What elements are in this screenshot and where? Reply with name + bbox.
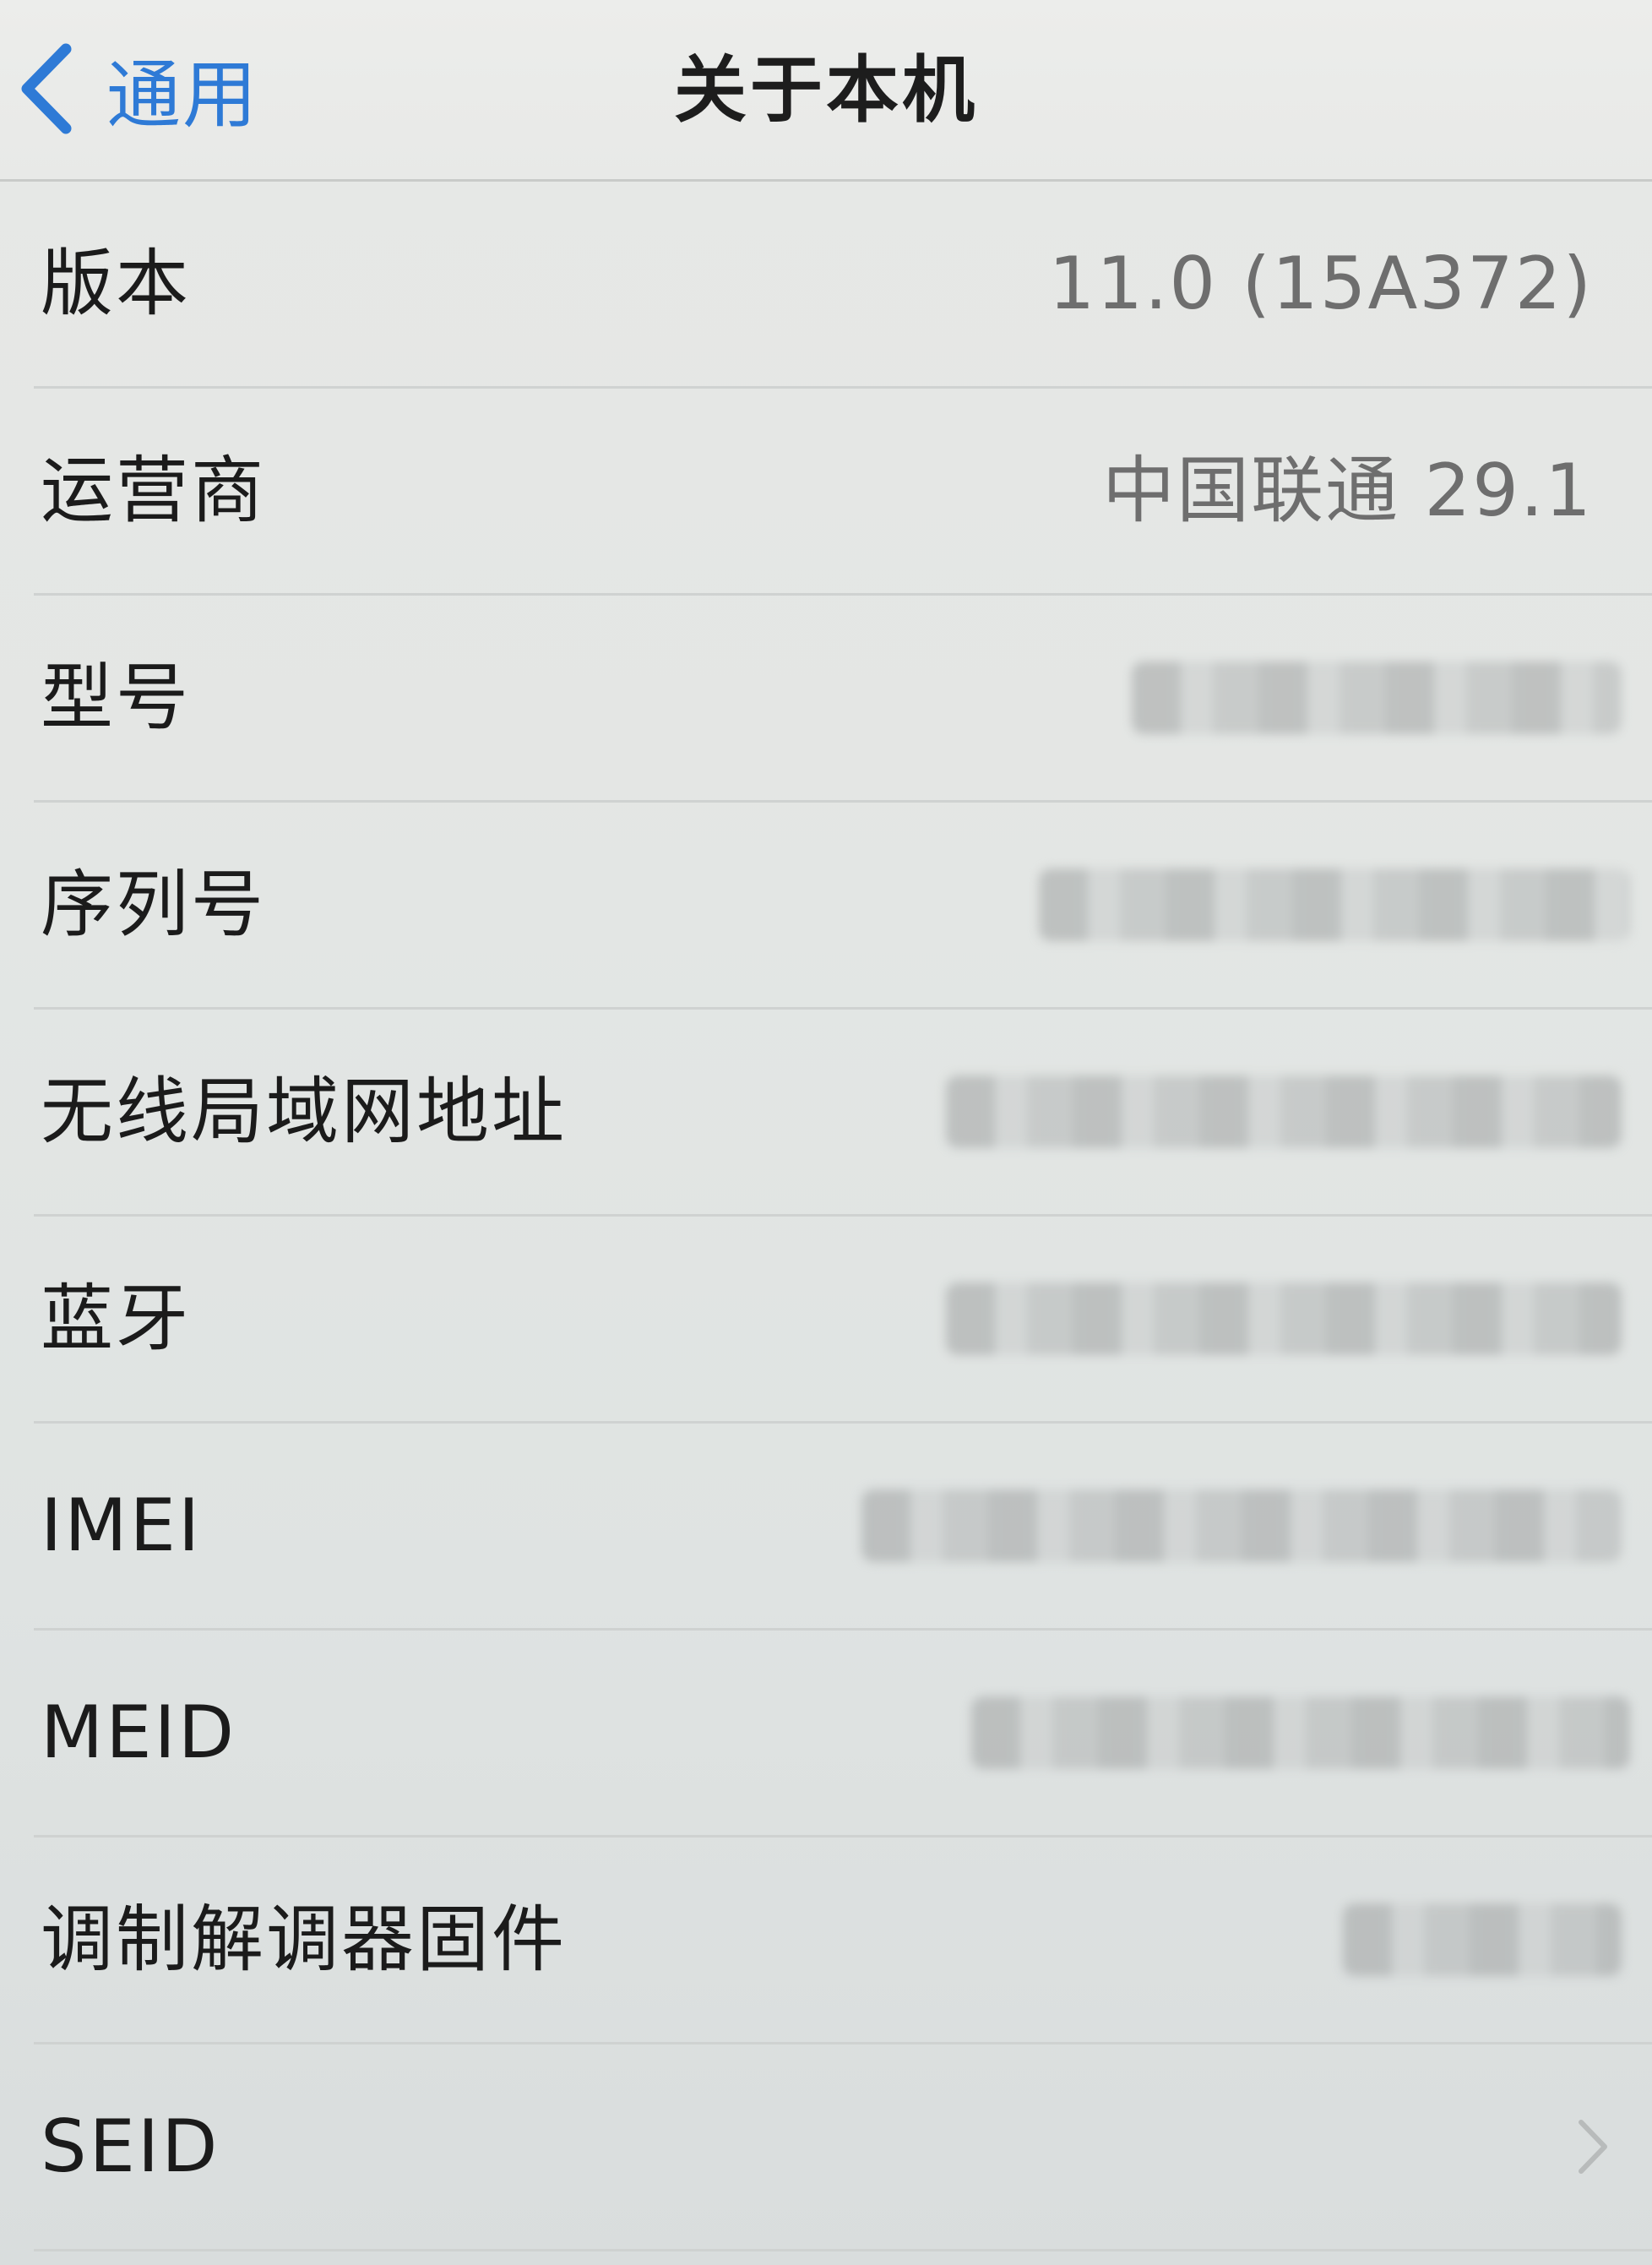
row-serial: 序列号 — [34, 803, 1652, 1010]
redacted-bluetooth-value — [946, 1282, 1622, 1355]
redacted-meid-value — [971, 1696, 1630, 1769]
row-imei: IMEI — [34, 1424, 1652, 1631]
about-info-list: 版本 11.0 (15A372) 运营商 中国联通 29.1 型号 序列号 无线… — [0, 182, 1652, 2251]
row-label-carrier: 运营商 — [41, 449, 266, 533]
row-seid[interactable]: SEID — [34, 2044, 1652, 2251]
row-version: 版本 11.0 (15A372) — [34, 182, 1652, 389]
row-bluetooth: 蓝牙 — [34, 1217, 1652, 1424]
row-carrier[interactable]: 运营商 中国联通 29.1 — [34, 389, 1652, 596]
row-label-version: 版本 — [41, 242, 191, 326]
row-label-imei: IMEI — [41, 1484, 203, 1568]
redacted-serial-value — [1039, 868, 1630, 941]
redacted-imei-value — [861, 1489, 1622, 1562]
row-label-serial: 序列号 — [41, 863, 266, 947]
redacted-modem-firmware-value — [1343, 1903, 1622, 1976]
row-value-version: 11.0 (15A372) — [1048, 242, 1593, 326]
row-model: 型号 — [34, 596, 1652, 803]
row-wifi-address: 无线局域网地址 — [34, 1010, 1652, 1217]
row-label-meid: MEID — [41, 1691, 237, 1775]
row-label-wifi-address: 无线局域网地址 — [41, 1070, 567, 1154]
row-value-carrier: 中国联通 29.1 — [1102, 449, 1593, 533]
row-label-modem-firmware: 调制解调器固件 — [41, 1897, 567, 1982]
navigation-bar: 通用 关于本机 — [0, 0, 1652, 182]
row-modem-firmware: 调制解调器固件 — [34, 1838, 1652, 2044]
row-label-seid: SEID — [41, 2104, 220, 2189]
row-meid: MEID — [34, 1631, 1652, 1838]
page-title: 关于本机 — [674, 48, 978, 133]
redacted-model-value — [1132, 662, 1622, 734]
row-label-model: 型号 — [41, 656, 191, 740]
redacted-wifi-address-value — [946, 1075, 1622, 1148]
row-label-bluetooth: 蓝牙 — [41, 1277, 191, 1361]
chevron-right-icon — [1579, 2120, 1607, 2174]
